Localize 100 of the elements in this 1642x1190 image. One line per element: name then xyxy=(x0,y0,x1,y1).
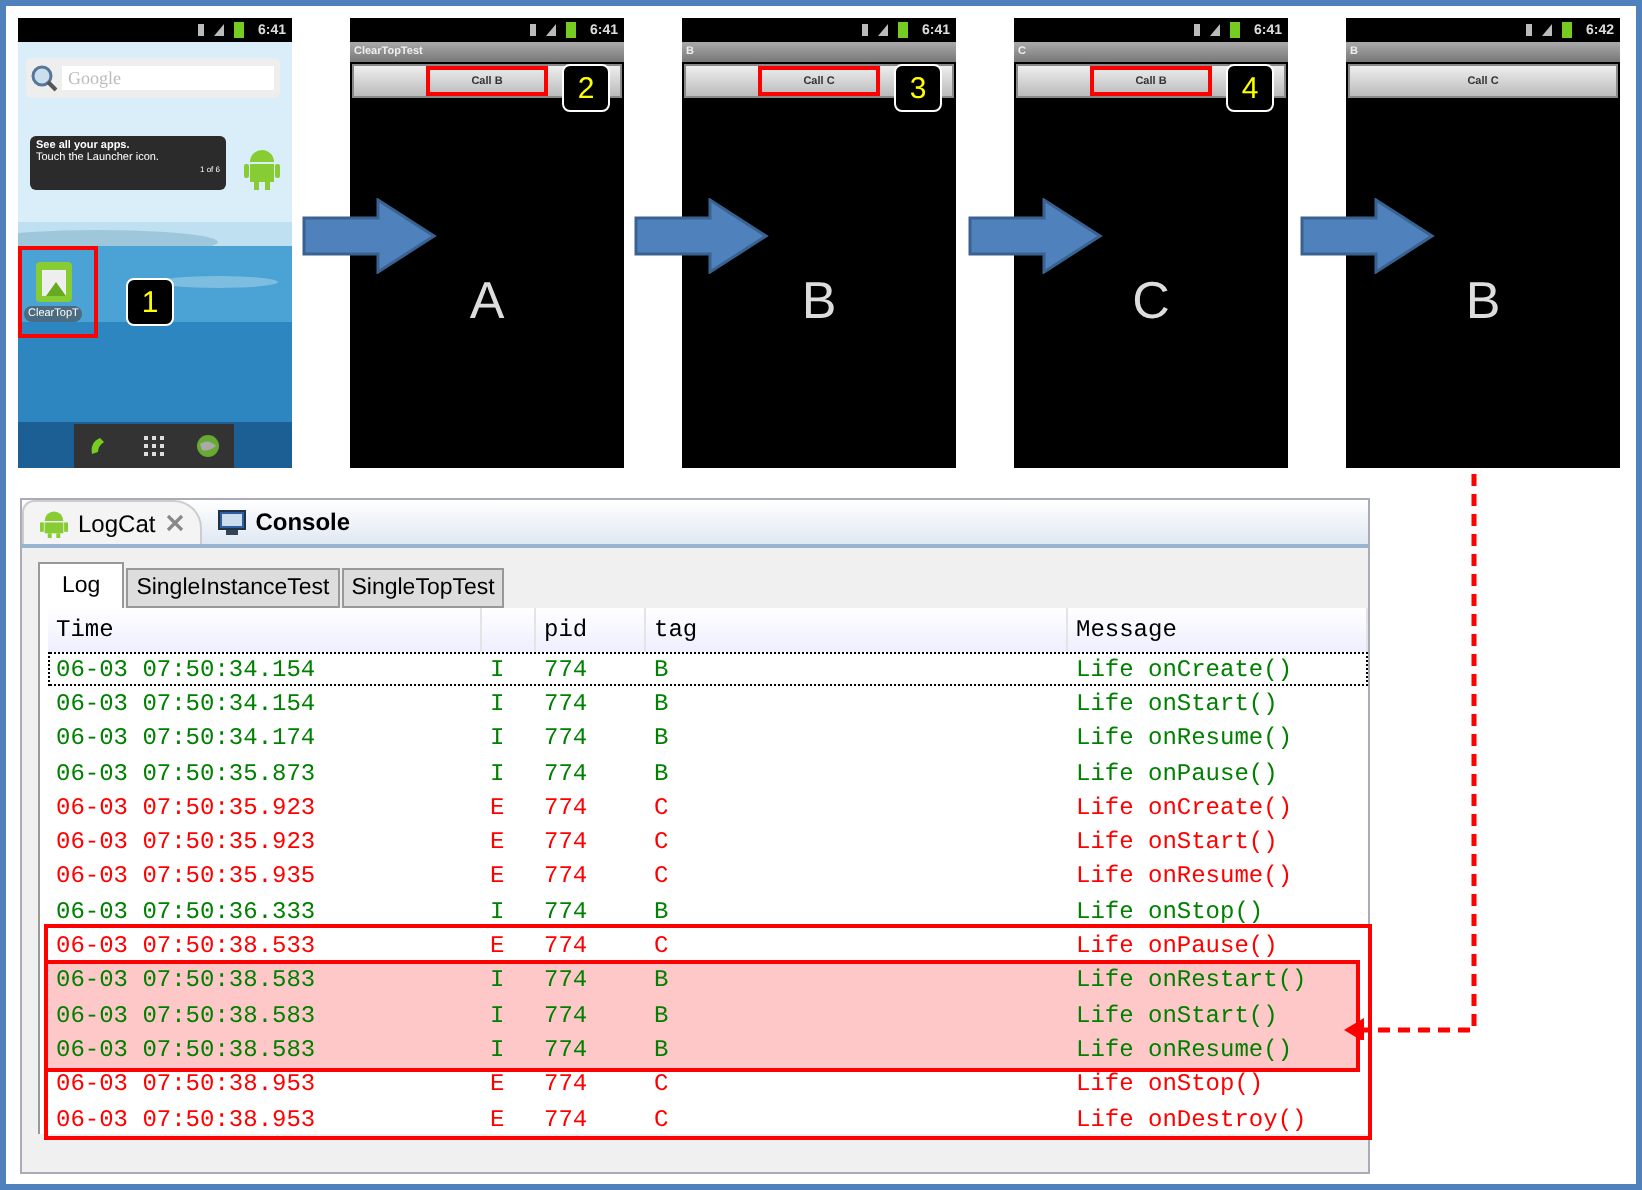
column-header[interactable]: tag xyxy=(646,608,1068,652)
level-cell-text: E xyxy=(488,862,507,891)
log-row[interactable]: 06-03 07:50:38.953 E 774 C Life onDestroy() xyxy=(48,1101,1368,1137)
message-cell-text: Life onPause() xyxy=(1074,932,1280,961)
column-header[interactable]: Message xyxy=(1068,608,1368,652)
time-cell-text: 06-03 07:50:35.873 xyxy=(54,759,318,788)
message-cell-text: Life onRestart() xyxy=(1074,966,1309,995)
time-cell-text: 06-03 07:50:34.174 xyxy=(54,724,318,753)
message-cell-text: Life onStart() xyxy=(1074,828,1280,857)
level-cell-text: I xyxy=(488,689,507,718)
close-icon[interactable] xyxy=(165,514,184,532)
time-cell-text: 06-03 07:50:35.923 xyxy=(54,793,318,822)
log-row[interactable]: 06-03 07:50:34.154 I 774 B Life onCreate() xyxy=(48,652,1368,687)
activity-letter: A xyxy=(469,269,505,331)
time-cell-text: 06-03 07:50:35.923 xyxy=(54,828,318,857)
tag-cell-text: B xyxy=(652,689,671,718)
message-cell-text: Life onDestroy() xyxy=(1074,1105,1309,1133)
level-cell-text: E xyxy=(488,828,507,857)
activity-letter: B xyxy=(1465,269,1501,331)
log-row[interactable]: 06-03 07:50:35.923 E 774 C Life onStart() xyxy=(48,824,1368,860)
level-cell-text: I xyxy=(488,724,507,753)
status-icons xyxy=(1525,22,1578,38)
time-cell-text: 06-03 07:50:34.154 xyxy=(54,689,318,718)
status-icons xyxy=(1193,22,1246,38)
time-cell-text: 06-03 07:50:36.333 xyxy=(54,897,318,926)
log-row[interactable]: 06-03 07:50:38.533 E 774 C Life onPause() xyxy=(48,928,1368,964)
globe-icon[interactable] xyxy=(195,434,220,458)
message-cell-text: Life onResume() xyxy=(1074,862,1295,891)
step-number: 1 xyxy=(126,278,174,326)
pid-cell-text: 774 xyxy=(542,689,590,718)
status-icons xyxy=(861,22,914,38)
pid-cell-text: 774 xyxy=(542,897,590,926)
level-cell-text: E xyxy=(488,1070,507,1099)
search-icon xyxy=(30,64,58,92)
log-row[interactable]: 06-03 07:50:36.333 I 774 B Life onStop() xyxy=(48,894,1368,929)
tag-cell-text: C xyxy=(652,1105,671,1133)
level-cell-text: I xyxy=(488,897,507,926)
view-tab[interactable]: Console xyxy=(201,500,367,544)
flow-arrow xyxy=(968,198,1104,274)
log-row[interactable]: 06-03 07:50:35.873 I 774 B Life onPause() xyxy=(48,755,1368,791)
message-cell-text: Life onStop() xyxy=(1074,1070,1266,1099)
time-cell-text: 06-03 07:50:35.935 xyxy=(54,862,318,891)
level-cell-text: I xyxy=(488,655,507,684)
pid-cell-text: 774 xyxy=(542,655,590,684)
search-placeholder: Google xyxy=(62,66,274,90)
step-number: 4 xyxy=(1226,64,1274,112)
log-row[interactable]: 06-03 07:50:38.583 I 774 B Life onStart() xyxy=(48,997,1356,1033)
message-cell-text: Life onCreate() xyxy=(1074,655,1295,684)
monitor-icon xyxy=(217,509,246,535)
level-cell-text: E xyxy=(488,793,507,822)
activity-letter: B xyxy=(801,269,837,331)
time-cell-text: 06-03 07:50:38.583 xyxy=(54,1035,318,1064)
log-row[interactable]: 06-03 07:50:38.583 I 774 B Life onRestart() xyxy=(48,963,1356,998)
tag-cell-text: C xyxy=(652,828,671,857)
status-icons xyxy=(197,22,250,38)
message-cell-text: Life onStart() xyxy=(1074,689,1280,718)
pid-cell-text: 774 xyxy=(542,966,590,995)
grid-icon[interactable] xyxy=(141,434,166,458)
tag-cell-text: B xyxy=(652,1001,671,1030)
column-header[interactable]: Time xyxy=(48,608,482,652)
step-number: 2 xyxy=(562,64,610,112)
column-header[interactable]: pid xyxy=(536,608,646,652)
message-cell-text: Life onStop() xyxy=(1074,897,1266,926)
log-row[interactable]: 06-03 07:50:38.583 I 774 B Life onResume() xyxy=(48,1032,1356,1068)
tag-cell-text: C xyxy=(652,862,671,891)
view-tab[interactable]: LogCat xyxy=(22,500,202,544)
level-cell-text: I xyxy=(488,1035,507,1064)
tag-cell-text: C xyxy=(652,793,671,822)
time-cell-text: 06-03 07:50:38.533 xyxy=(54,932,318,961)
log-row[interactable]: 06-03 07:50:35.923 E 774 C Life onCreate() xyxy=(48,790,1368,825)
log-row[interactable]: 06-03 07:50:34.154 I 774 B Life onStart() xyxy=(48,686,1368,722)
pid-cell-text: 774 xyxy=(542,1105,590,1133)
tag-cell-text: C xyxy=(652,1070,671,1099)
message-cell-text: Life onPause() xyxy=(1074,759,1280,788)
activity-letter: C xyxy=(1132,269,1170,331)
tag-cell-text: B xyxy=(652,1035,671,1064)
step-number: 3 xyxy=(894,64,942,112)
log-row[interactable]: 06-03 07:50:38.953 E 774 C Life onStop() xyxy=(48,1067,1368,1102)
time-cell-text: 06-03 07:50:38.953 xyxy=(54,1105,318,1133)
message-cell-text: Life onResume() xyxy=(1074,724,1295,753)
level-cell-text: E xyxy=(488,932,507,961)
log-tab[interactable]: SingleTopTest xyxy=(341,568,505,608)
tag-cell-text: B xyxy=(652,759,671,788)
tag-cell-text: B xyxy=(652,966,671,995)
pid-cell-text: 774 xyxy=(542,828,590,857)
message-cell-text: Life onResume() xyxy=(1074,1035,1295,1064)
pid-cell-text: 774 xyxy=(542,932,590,961)
tag-cell-text: B xyxy=(652,897,671,926)
tag-cell-text: B xyxy=(652,655,671,684)
log-tab[interactable]: SingleInstanceTest xyxy=(126,568,340,608)
message-cell-text: Life onCreate() xyxy=(1074,793,1295,822)
robot-icon xyxy=(244,146,280,190)
tag-cell-text: B xyxy=(652,724,671,753)
log-row[interactable]: 06-03 07:50:35.935 E 774 C Life onResume() xyxy=(48,859,1368,895)
log-tab[interactable]: Log xyxy=(38,562,125,608)
pid-cell-text: 774 xyxy=(542,862,590,891)
flow-arrow xyxy=(634,198,770,274)
pid-cell-text: 774 xyxy=(542,1070,590,1099)
log-row[interactable]: 06-03 07:50:34.174 I 774 B Life onResume() xyxy=(48,721,1368,756)
pid-cell-text: 774 xyxy=(542,724,590,753)
